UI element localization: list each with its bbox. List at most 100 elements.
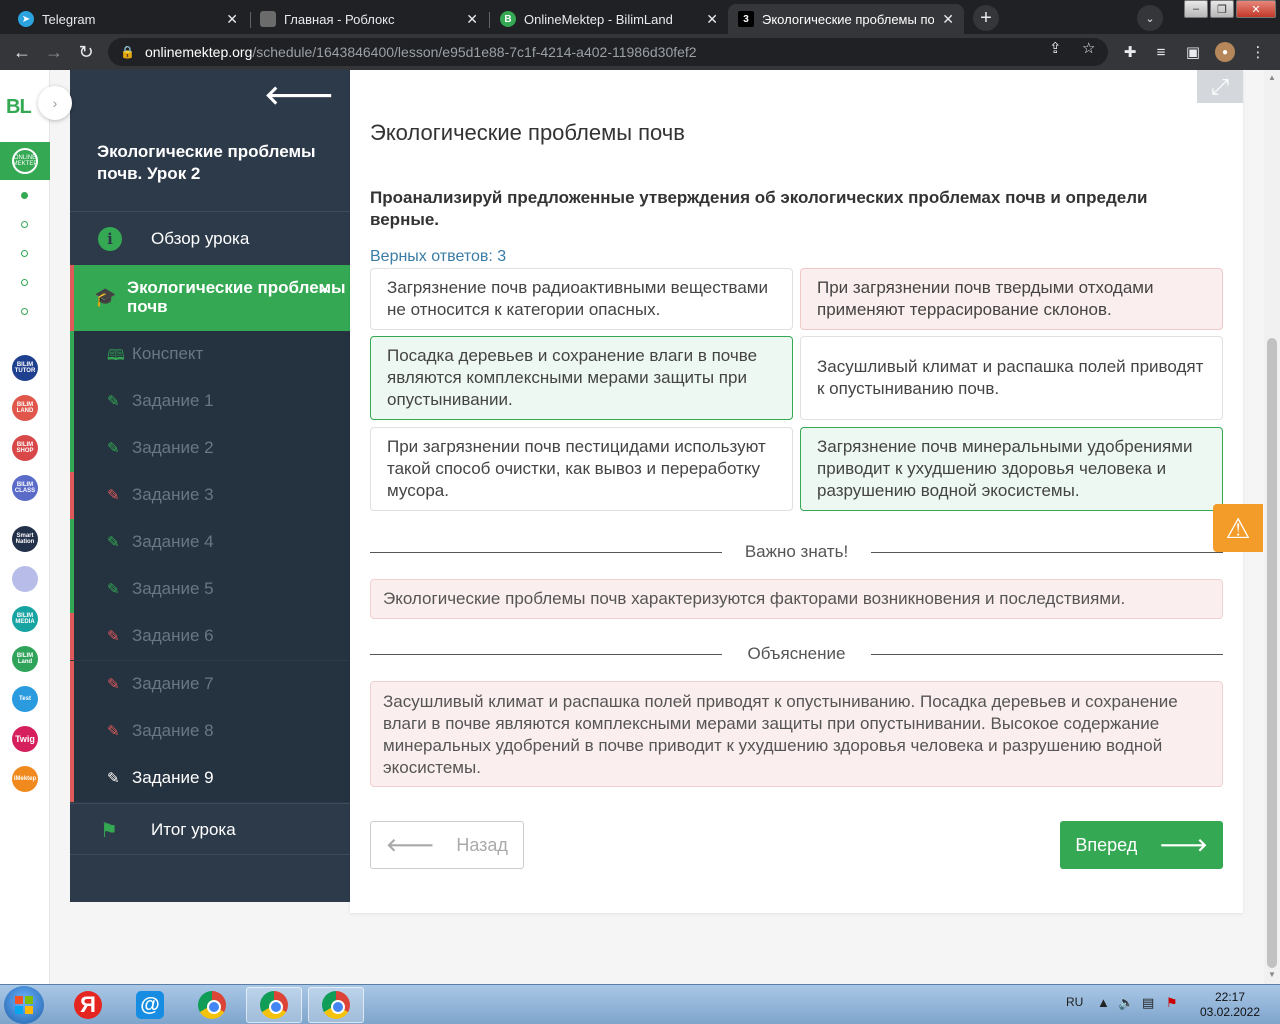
- clock-time: 22:17: [1214, 990, 1246, 1004]
- next-button[interactable]: Вперед 🡒: [1060, 821, 1223, 869]
- tab-roblox[interactable]: Главная - Роблокс ✕: [250, 4, 488, 34]
- extensions-icon[interactable]: ✚: [1120, 42, 1140, 62]
- twig-app-icon[interactable]: Twig: [12, 726, 38, 752]
- important-heading: Важно знать!: [744, 542, 849, 561]
- book-icon: 🕮: [107, 347, 125, 364]
- new-tab-button[interactable]: +: [973, 5, 999, 31]
- tab-search-icon[interactable]: ⌄: [1137, 5, 1163, 31]
- bilimland-green-app-icon[interactable]: BILIM Land: [12, 646, 38, 672]
- sidebar-item-task-7[interactable]: ✎ Задание 7: [70, 661, 350, 708]
- page-scrollbar[interactable]: ▲ ▼: [1264, 70, 1280, 984]
- sidebar-item-overview[interactable]: i Обзор урока: [70, 212, 350, 265]
- bilimland-logo: BL: [6, 96, 32, 118]
- bilimland-icon: B: [500, 11, 516, 27]
- share-icon[interactable]: ⇪: [1049, 39, 1062, 57]
- volume-icon[interactable]: 🔈: [1118, 995, 1134, 1011]
- tab-telegram[interactable]: ➤ Telegram ✕: [8, 4, 248, 34]
- taskbar-mail[interactable]: @: [122, 987, 178, 1023]
- sidebar-item-label: Итог урока: [151, 820, 236, 839]
- answer-option-6[interactable]: Загрязнение почв минеральными удобрениям…: [800, 427, 1223, 511]
- bilim-class-app-icon[interactable]: BILIM CLASS: [12, 475, 38, 501]
- lock-icon: 🔒: [120, 45, 135, 59]
- lesson-favicon-icon: 3: [738, 11, 754, 27]
- system-clock[interactable]: 22:17 03.02.2022: [1195, 990, 1265, 1020]
- answer-option-3[interactable]: Посадка деревьев и сохранение влаги в по…: [370, 336, 793, 420]
- network-icon[interactable]: ▤: [1142, 995, 1154, 1011]
- strip-dot[interactable]: [21, 279, 28, 286]
- chrome-icon: [198, 991, 226, 1019]
- forward-arrow-icon[interactable]: →: [42, 40, 66, 64]
- test-app-icon[interactable]: Test: [12, 686, 38, 712]
- sidebar-item-task-3[interactable]: ✎ Задание 3: [70, 472, 350, 519]
- profile-avatar[interactable]: ●: [1215, 42, 1235, 62]
- strip-dot[interactable]: [21, 308, 28, 315]
- bilim-shop-app-icon[interactable]: BILIM SHOP: [12, 435, 38, 461]
- bilim-media-app-icon[interactable]: BILIM MEDIA: [12, 606, 38, 632]
- taskbar-chrome-profile-1[interactable]: [246, 987, 302, 1023]
- close-tab-icon[interactable]: ✕: [226, 11, 238, 28]
- answer-option-1[interactable]: Загрязнение почв радиоактивными вещества…: [370, 268, 793, 330]
- minimize-icon[interactable]: –: [1184, 0, 1208, 18]
- sidebar-item-task-5[interactable]: ✎ Задание 5: [70, 566, 350, 613]
- close-tab-icon[interactable]: ✕: [466, 11, 478, 28]
- sidebar-item-lesson-summary[interactable]: ⚑ Итог урока: [70, 803, 350, 855]
- window-controls: – ❐ ✕: [1182, 0, 1276, 18]
- maximize-icon[interactable]: ❐: [1210, 0, 1234, 18]
- bilim-tutor-app-icon[interactable]: BILIM TUTOR: [12, 355, 38, 381]
- fullscreen-expand-icon[interactable]: ⤢: [1197, 70, 1243, 103]
- action-center-flag-icon[interactable]: ⚑: [1166, 995, 1178, 1011]
- lesson-title: Экологические проблемы почв. Урок 2: [97, 142, 316, 183]
- language-indicator[interactable]: RU: [1066, 995, 1083, 1009]
- side-panel-icon[interactable]: ▣: [1183, 42, 1203, 62]
- collapse-arrow-left-icon[interactable]: 🡐: [264, 80, 334, 111]
- close-tab-icon[interactable]: ✕: [942, 11, 954, 28]
- tab-onlinemektep[interactable]: B OnlineMektep - BilimLand ✕: [490, 4, 728, 34]
- reload-icon[interactable]: ↻: [74, 40, 98, 64]
- mail-icon: @: [136, 991, 164, 1019]
- sidebar-item-konspekt[interactable]: 🕮 Конспект: [70, 331, 350, 378]
- taskbar-yandex[interactable]: Я: [60, 987, 116, 1023]
- tab-label: Экологические проблемы почв: [762, 11, 935, 27]
- strip-dot[interactable]: [21, 221, 28, 228]
- back-arrow-icon[interactable]: ←: [10, 40, 34, 64]
- sidebar-item-task-1[interactable]: ✎ Задание 1: [70, 378, 350, 425]
- answer-option-2[interactable]: При загрязнении почв твердыми отходами п…: [800, 268, 1223, 330]
- address-bar[interactable]: 🔒 onlinemektep.org/schedule/1643846400/l…: [108, 38, 1108, 66]
- scroll-up-icon[interactable]: ▲: [1268, 73, 1276, 82]
- exercise-question: Проанализируй предложенные утверждения о…: [370, 188, 1148, 229]
- sidebar-item-task-6[interactable]: ✎ Задание 6: [70, 613, 350, 660]
- sidebar-item-task-2[interactable]: ✎ Задание 2: [70, 425, 350, 472]
- edit-icon: ✎: [107, 723, 120, 740]
- sidebar-section-ecology[interactable]: 🎓 Экологические проблемы почв ⌃: [70, 265, 350, 331]
- tab-ecology-lesson[interactable]: 3 Экологические проблемы почв ✕: [728, 4, 964, 34]
- important-divider: Важно знать!: [370, 542, 1223, 562]
- scroll-down-icon[interactable]: ▼: [1268, 970, 1276, 979]
- bilimland-app-icon[interactable]: BILIM LAND: [12, 395, 38, 421]
- windows-start-button[interactable]: [4, 986, 44, 1024]
- menu-kebab-icon[interactable]: ⋮: [1248, 42, 1268, 62]
- sidebar-item-task-8[interactable]: ✎ Задание 8: [70, 708, 350, 755]
- sidebar-item-task-4[interactable]: ✎ Задание 4: [70, 519, 350, 566]
- strip-dot[interactable]: [21, 192, 28, 199]
- back-button[interactable]: 🡐 Назад: [370, 821, 524, 869]
- close-tab-icon[interactable]: ✕: [706, 11, 718, 28]
- answer-option-4[interactable]: Засушливый климат и распашка полей приво…: [800, 336, 1223, 420]
- onlinemektep-app[interactable]: ONLINE MEKTEP: [0, 142, 50, 180]
- media-app-icon[interactable]: [12, 566, 38, 592]
- media-queue-icon[interactable]: ≡: [1151, 42, 1171, 62]
- taskbar-chrome[interactable]: [184, 987, 240, 1023]
- bookmark-star-icon[interactable]: ☆: [1082, 39, 1095, 57]
- edit-icon: ✎: [107, 581, 120, 598]
- imektep-app-icon[interactable]: iMektep: [12, 766, 38, 792]
- strip-dot[interactable]: [21, 250, 28, 257]
- close-window-icon[interactable]: ✕: [1236, 0, 1276, 18]
- chevron-up-icon[interactable]: ⌃: [317, 285, 332, 306]
- tray-expand-icon[interactable]: ▲: [1097, 995, 1110, 1010]
- strip-toggle-chevron-right-icon[interactable]: ›: [38, 86, 72, 120]
- scrollbar-thumb[interactable]: [1267, 338, 1277, 968]
- sidebar-item-label: Задание 4: [132, 532, 214, 551]
- sidebar-item-task-9[interactable]: ✎ Задание 9: [70, 755, 350, 802]
- taskbar-chrome-profile-2[interactable]: [308, 987, 364, 1023]
- answer-option-5[interactable]: При загрязнении почв пестицидами использ…: [370, 427, 793, 511]
- smart-nation-app-icon[interactable]: Smart Nation: [12, 526, 38, 552]
